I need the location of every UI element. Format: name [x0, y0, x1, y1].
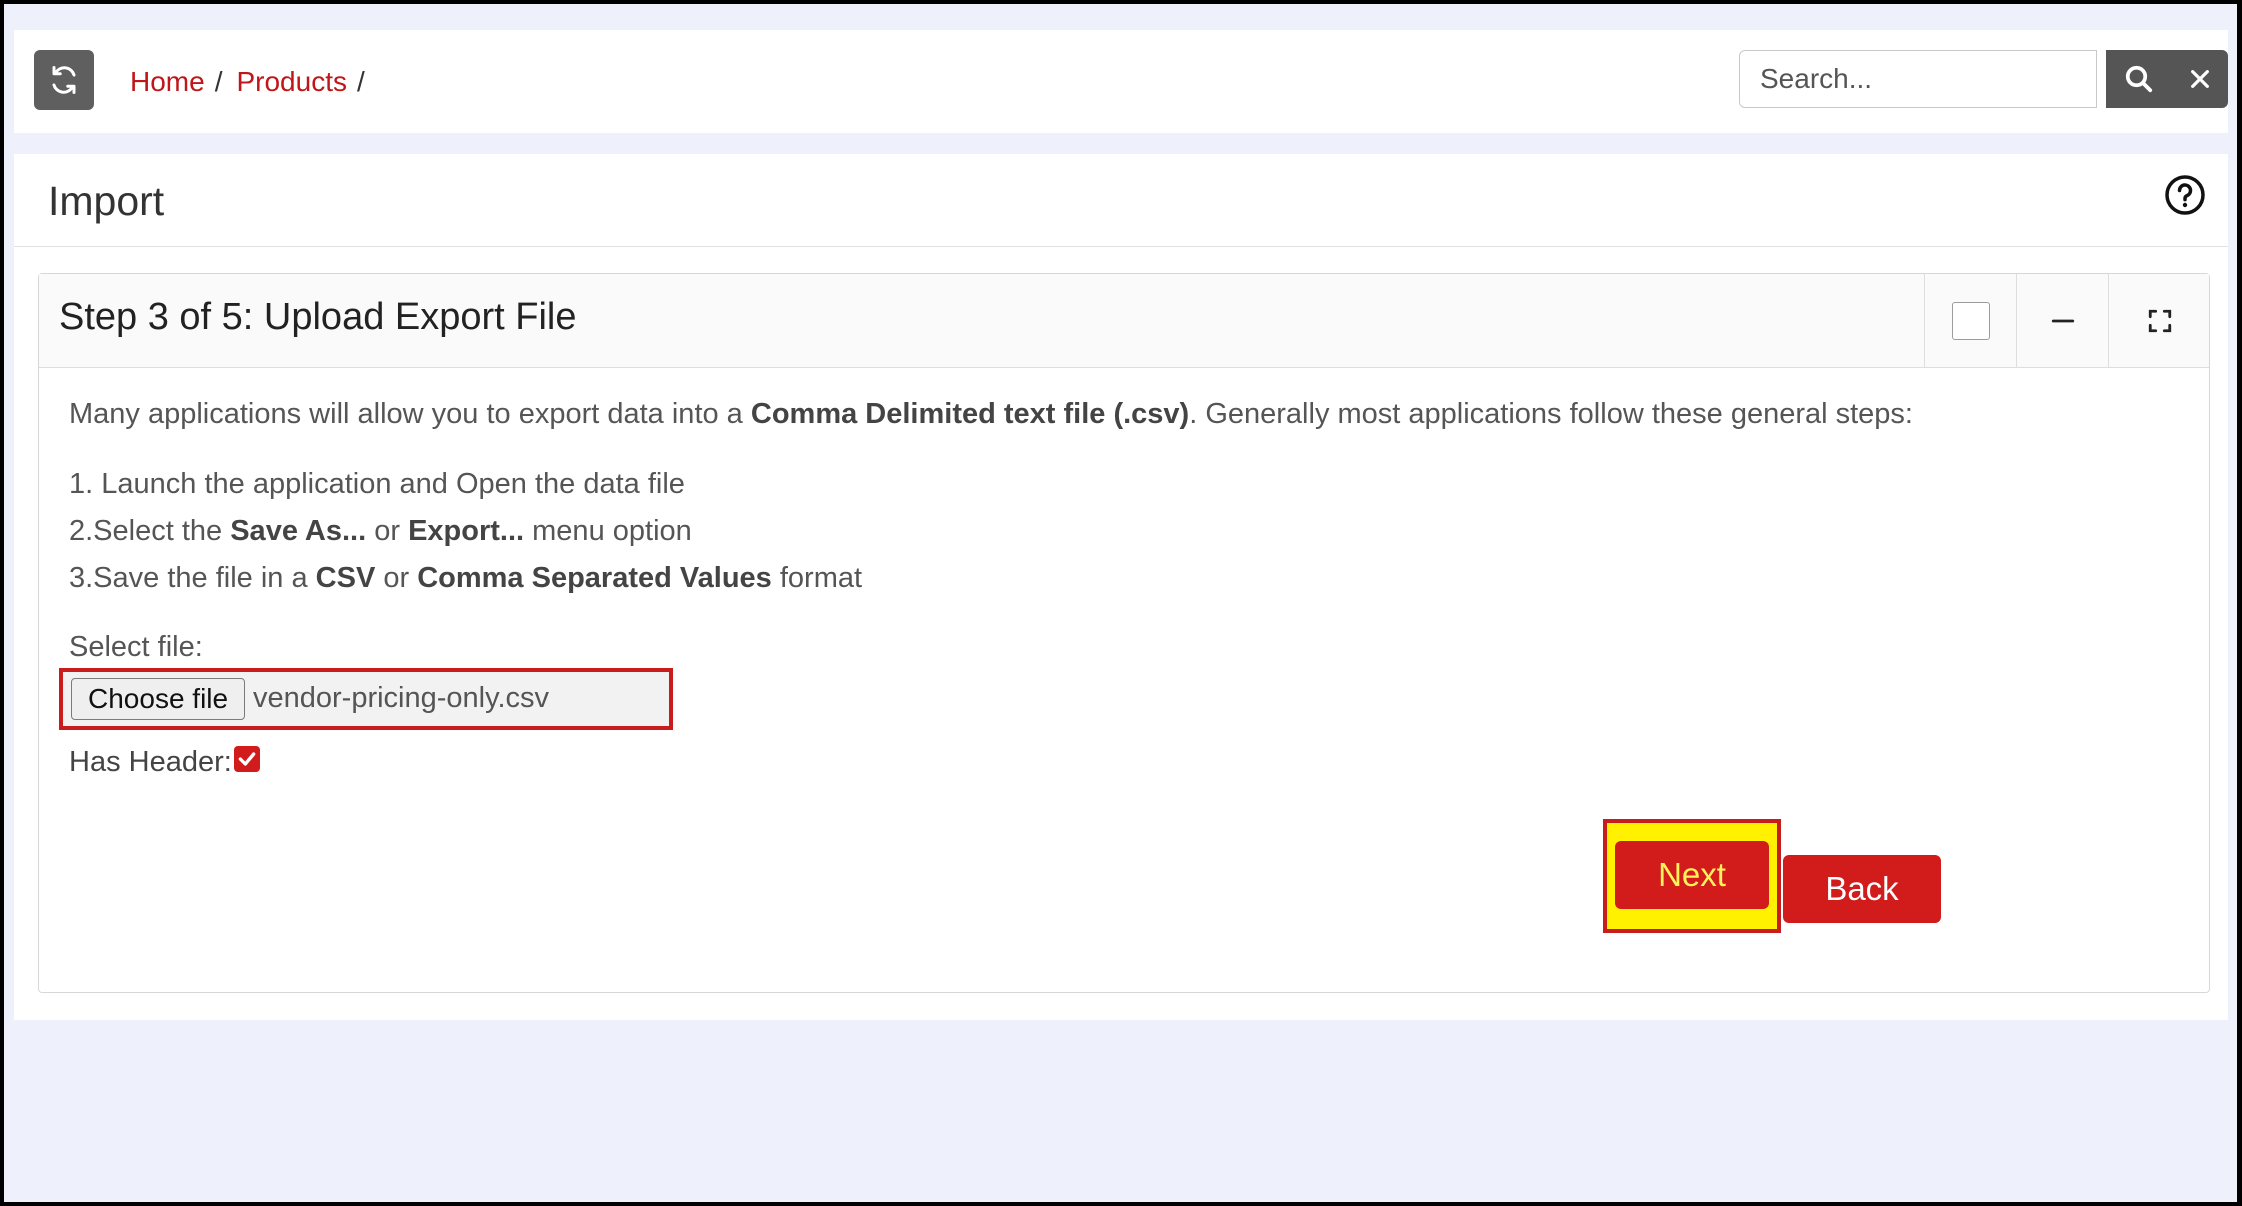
choose-file-button[interactable]: Choose file [71, 678, 246, 720]
step-bold: CSV [315, 562, 376, 594]
search-input[interactable] [1739, 50, 2097, 108]
main-panel: Import Step 3 of 5: Upload Export File M… [14, 154, 2228, 1020]
search-button[interactable] [2124, 64, 2154, 94]
checkmark-icon [238, 751, 256, 766]
clear-search-button[interactable] [2189, 68, 2211, 90]
step-text: or [375, 562, 418, 594]
card-select-toggle[interactable] [1924, 274, 2017, 367]
page-title: Import [48, 178, 165, 224]
step-text: format [771, 562, 863, 594]
intro-before: Many applications will allow you to expo… [69, 398, 751, 430]
breadcrumb: Home / Products / [130, 66, 379, 98]
step-text: 3.Save the file in a [69, 562, 316, 594]
step-item: 2.Select the Save As... or Export... men… [69, 508, 2169, 555]
search-actions [2106, 50, 2228, 108]
steps-list: 1. Launch the application and Open the d… [69, 461, 2169, 602]
step-text: 1. Launch the application and Open the d… [69, 468, 685, 500]
intro-text: Many applications will allow you to expo… [69, 398, 2169, 431]
select-file-label: Select file: [69, 631, 203, 663]
breadcrumb-products-link[interactable]: Products [236, 66, 347, 98]
step-bold: Export... [408, 515, 525, 547]
step-bold: Comma Separated Values [417, 562, 772, 594]
next-button[interactable]: Next [1615, 841, 1769, 909]
top-bar: Home / Products / [14, 30, 2228, 133]
has-header-label: Has Header: [69, 746, 232, 778]
breadcrumb-separator: / [356, 66, 365, 97]
search-icon [2125, 65, 2152, 93]
title-divider [14, 246, 2228, 247]
has-header-row: Has Header: [69, 745, 260, 779]
selected-file-name: vendor-pricing-only.csv [253, 682, 550, 714]
intro-bold: Comma Delimited text file (.csv) [750, 398, 1190, 430]
file-input[interactable]: Choose file vendor-pricing-only.csv [59, 668, 673, 730]
step-card-header: Step 3 of 5: Upload Export File [39, 274, 2209, 368]
step-item: 3.Save the file in a CSV or Comma Separa… [69, 555, 2169, 602]
has-header-checkbox[interactable] [233, 745, 260, 772]
step-bold: Save As... [230, 515, 367, 547]
refresh-icon [52, 66, 76, 94]
minimize-icon [2051, 319, 2075, 322]
help-icon [2165, 175, 2205, 215]
intro-after: . Generally most applications follow the… [1189, 398, 1913, 430]
step-card-title: Step 3 of 5: Upload Export File [59, 296, 577, 338]
step-text: or [366, 515, 409, 547]
next-button-highlight: Next [1603, 819, 1781, 933]
step-card-body: Many applications will allow you to expo… [69, 398, 2169, 602]
breadcrumb-home-link[interactable]: Home [130, 66, 205, 98]
close-icon [2190, 70, 2209, 88]
step-card: Step 3 of 5: Upload Export File Many app… [38, 273, 2210, 993]
breadcrumb-separator: / [214, 66, 223, 97]
refresh-button[interactable] [34, 50, 94, 110]
help-button[interactable] [2164, 174, 2206, 216]
fullscreen-icon [2148, 309, 2171, 332]
minimize-button[interactable] [2016, 274, 2109, 367]
back-button[interactable]: Back [1783, 855, 1941, 923]
step-item: 1. Launch the application and Open the d… [69, 461, 2169, 508]
app-frame: Home / Products / Import [4, 4, 2237, 1202]
card-select-checkbox[interactable] [1952, 301, 1990, 340]
step-text: 2.Select the [69, 515, 231, 547]
step-text: menu option [524, 515, 692, 547]
fullscreen-button[interactable] [2108, 274, 2210, 367]
